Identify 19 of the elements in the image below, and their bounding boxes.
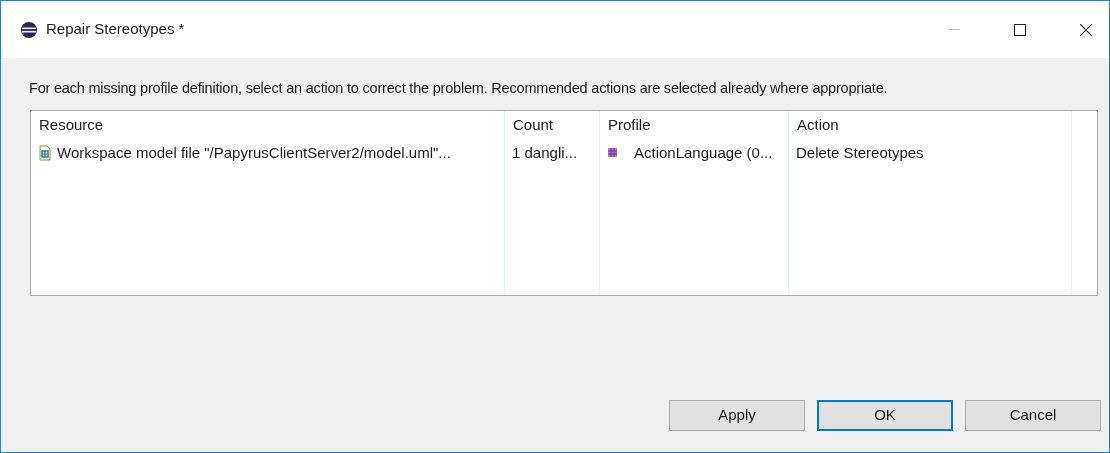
table-cell: ActionLanguage (0... — [600, 138, 788, 167]
close-icon — [1080, 23, 1092, 36]
table-cell-text: Delete Stereotypes — [795, 142, 925, 163]
column-header[interactable]: Count — [505, 110, 599, 139]
column-header[interactable]: Resource — [31, 110, 504, 139]
column-header[interactable]: Action — [789, 110, 1071, 139]
profile-icon — [607, 147, 618, 159]
column-header[interactable]: Profile — [600, 110, 788, 139]
maximize-icon — [1014, 23, 1026, 36]
app-icon — [20, 20, 38, 39]
model-file-icon — [38, 144, 52, 161]
dialog-button[interactable]: Apply — [669, 400, 805, 431]
table-cell: Workspace model file "/PapyrusClientServer2/model.uml"... — [31, 138, 504, 167]
minimize-icon — [948, 29, 960, 30]
dialog-button[interactable]: OK — [817, 400, 953, 431]
window-title: Repair Stereotypes * — [46, 19, 185, 40]
table-cell-text: 1 dangli... — [511, 142, 579, 163]
dialog-button[interactable]: Cancel — [965, 400, 1101, 431]
instruction-text: For each missing profile definition, select an action to correct the problem. Recommended actions are selected already where appropriate. — [29, 79, 889, 98]
